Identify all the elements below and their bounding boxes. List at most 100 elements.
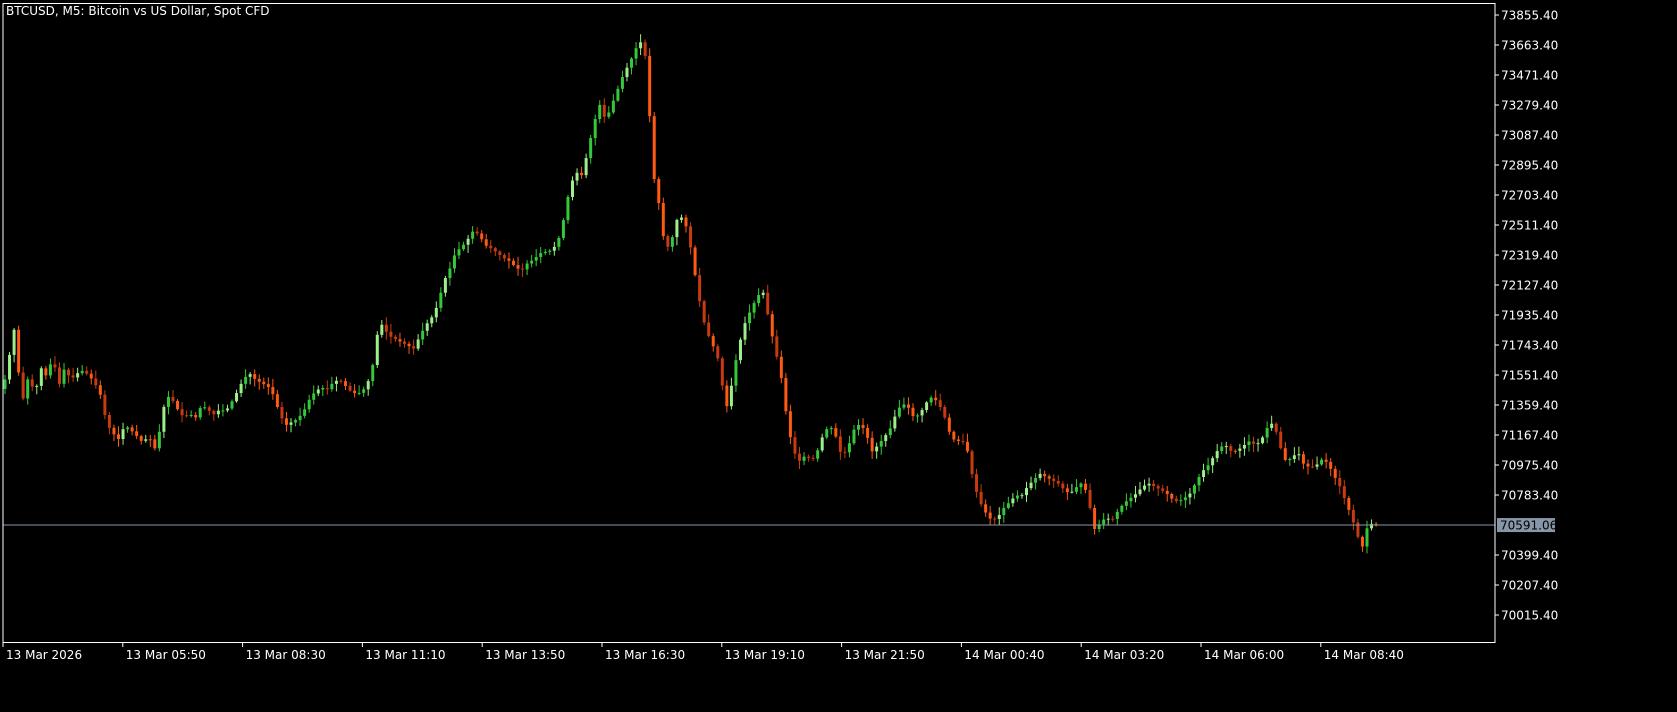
- candle-body: [393, 336, 397, 340]
- candle-body: [843, 451, 847, 453]
- candle-body: [253, 374, 257, 379]
- candle-body: [979, 491, 983, 505]
- chart-title: BTCUSD, M5: Bitcoin vs US Dollar, Spot C…: [6, 4, 269, 18]
- candle-body: [507, 258, 511, 261]
- candle-body: [1233, 450, 1237, 452]
- candle-body: [98, 385, 102, 395]
- candle-body: [1102, 519, 1106, 525]
- candle-body: [1133, 494, 1137, 498]
- candle-body: [212, 410, 216, 415]
- candle-body: [235, 393, 239, 402]
- candle-body: [1188, 493, 1192, 498]
- candle-body: [135, 431, 139, 437]
- candle-body: [702, 301, 706, 323]
- candle-body: [1006, 503, 1010, 508]
- candle-body: [1215, 451, 1219, 459]
- candle-body: [407, 343, 411, 347]
- candle-body: [602, 104, 606, 117]
- candle-body: [239, 383, 243, 394]
- candle-body: [1220, 446, 1224, 452]
- price-tick-label: 72703.40: [1501, 189, 1558, 203]
- candle-body: [289, 422, 293, 425]
- candle-body: [35, 385, 39, 387]
- candle-body: [1011, 498, 1015, 504]
- time-tick-label: 14 Mar 06:00: [1204, 648, 1284, 662]
- candle-body: [339, 380, 343, 382]
- candle-body: [657, 179, 661, 204]
- time-tick-label: 13 Mar 16:30: [605, 648, 685, 662]
- candle-body: [1360, 536, 1364, 547]
- candle-body: [1129, 497, 1133, 502]
- candle-body: [307, 399, 311, 410]
- candle-body: [575, 172, 579, 181]
- candle: [566, 194, 570, 224]
- candle-body: [62, 369, 66, 384]
- candle-body: [117, 434, 120, 440]
- candle-body: [344, 381, 347, 386]
- candle-body: [906, 404, 910, 408]
- candle-body: [1047, 476, 1051, 479]
- price-tick-label: 71167.40: [1501, 429, 1558, 443]
- candle-body: [689, 226, 693, 248]
- candle-body: [852, 429, 856, 444]
- time-tick-label: 13 Mar 08:30: [246, 648, 326, 662]
- candle-body: [534, 257, 538, 261]
- candle-body: [71, 375, 75, 378]
- candle-body: [1170, 493, 1174, 499]
- candle-body: [916, 415, 920, 417]
- candle-body: [738, 339, 742, 361]
- candle-body: [798, 453, 801, 461]
- candle-body: [416, 339, 420, 349]
- candle-body: [766, 292, 770, 315]
- time-tick-label: 14 Mar 03:20: [1084, 648, 1164, 662]
- candle-body: [1179, 500, 1183, 502]
- candle-body: [303, 409, 307, 416]
- price-axis[interactable]: 73855.40 73663.40 73471.40 73279.40 73087.40…: [1495, 9, 1558, 623]
- candle-body: [144, 439, 148, 441]
- candle-body: [1020, 495, 1024, 497]
- candle-body: [643, 42, 647, 56]
- price-tick-label: 73087.40: [1501, 129, 1558, 143]
- candle-body: [1138, 489, 1142, 495]
- candle-body: [784, 378, 788, 412]
- candle-body: [266, 384, 270, 388]
- candle-body: [1206, 465, 1210, 471]
- candle-body: [1197, 477, 1201, 486]
- candle-body: [1306, 463, 1310, 467]
- candle-body: [807, 456, 811, 458]
- price-tick-label: 70975.40: [1501, 459, 1558, 473]
- candle-body: [403, 341, 407, 344]
- candle-body: [584, 158, 588, 176]
- candle-body: [984, 504, 988, 513]
- candle-body: [362, 389, 366, 393]
- candle-body: [475, 231, 479, 234]
- candle-body: [380, 324, 384, 335]
- candle-body: [1165, 490, 1169, 494]
- price-chart[interactable]: BTCUSD, M5: Bitcoin vs US Dollar, Spot C…: [0, 0, 1677, 712]
- candle-body: [1211, 458, 1215, 466]
- time-tick-label: 14 Mar 08:40: [1324, 648, 1404, 662]
- candle-body: [571, 180, 574, 197]
- candle-body: [371, 365, 375, 382]
- candle: [375, 331, 379, 368]
- candle-body: [1152, 483, 1156, 487]
- candle-body: [284, 418, 288, 425]
- candle: [8, 351, 12, 384]
- candle-body: [1311, 466, 1315, 468]
- candle-body: [94, 378, 98, 386]
- candle-body: [748, 312, 752, 324]
- candle-body: [698, 275, 702, 302]
- candle-body: [17, 329, 21, 373]
- candle-body: [511, 260, 515, 266]
- candle-body: [85, 370, 89, 374]
- candle-body: [1084, 483, 1088, 490]
- candle-body: [884, 435, 888, 441]
- candle-body: [693, 247, 697, 276]
- candle-body: [26, 379, 30, 399]
- candle-body: [316, 389, 320, 394]
- candle: [970, 449, 974, 479]
- candle-body: [620, 77, 624, 89]
- price-tick-label: 71743.40: [1501, 339, 1558, 353]
- candle-body: [870, 437, 874, 452]
- candle-body: [561, 220, 565, 238]
